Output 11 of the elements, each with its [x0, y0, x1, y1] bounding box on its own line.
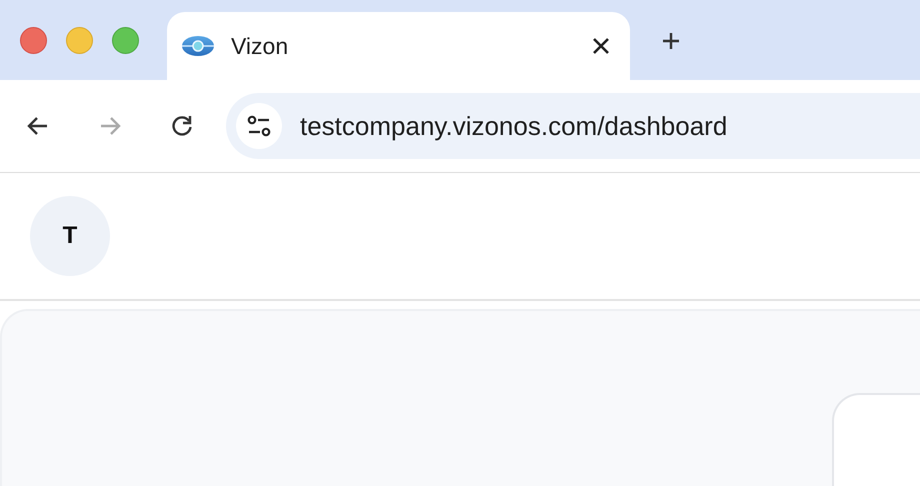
site-settings-button[interactable] — [236, 103, 282, 149]
tune-icon — [246, 113, 272, 139]
eye-logo-icon — [181, 35, 215, 57]
address-bar[interactable]: testcompany.vizonos.com/dashboard — [226, 93, 920, 159]
user-avatar[interactable]: T — [30, 196, 110, 276]
url-text: testcompany.vizonos.com/dashboard — [300, 110, 728, 142]
close-window-button[interactable] — [20, 27, 47, 54]
plus-icon — [661, 31, 681, 51]
tab-title: Vizon — [231, 32, 290, 61]
close-tab-icon[interactable] — [592, 37, 610, 55]
browser-tab[interactable]: Vizon — [167, 12, 630, 80]
